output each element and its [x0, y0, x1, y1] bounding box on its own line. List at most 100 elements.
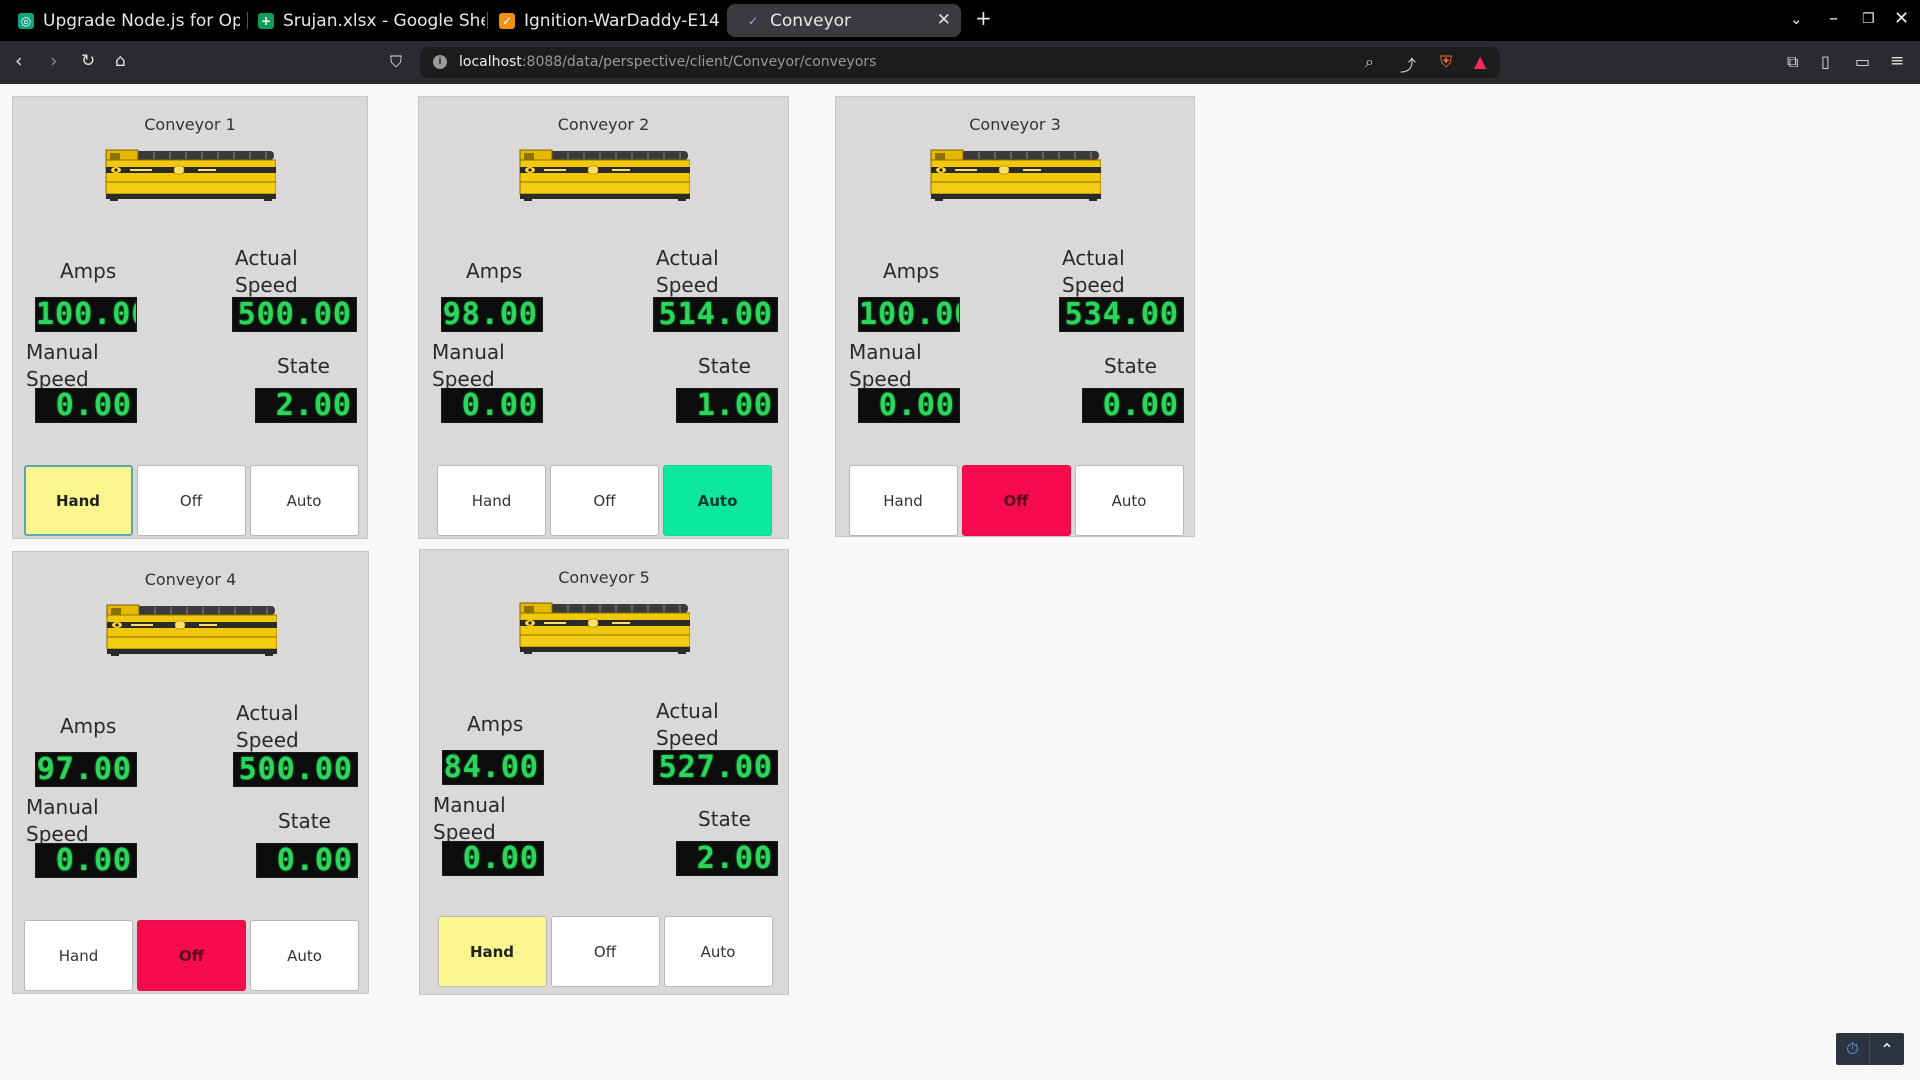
state-display: 0.00: [1082, 388, 1184, 423]
chevron-up-icon[interactable]: ⌃: [1870, 1033, 1904, 1065]
manual-speed-display: 0.00: [441, 388, 543, 423]
amps-label: Amps: [466, 259, 523, 283]
conveyor-title: Conveyor 4: [144, 570, 237, 589]
conveyor-machine-icon: [519, 602, 690, 654]
tab-title: Ignition-WarDaddy-E14 -: [524, 10, 721, 31]
conveyor-card: Conveyor 4 Amps Actual Speed 97.00 500.0…: [12, 551, 369, 994]
conveyor-machine-icon: [519, 149, 690, 201]
browser-tab[interactable]: + Srujan.xlsx - Google Shee: [240, 4, 485, 37]
back-icon[interactable]: ‹: [15, 50, 23, 72]
manual-speed-display: 0.00: [35, 843, 137, 878]
restore-icon[interactable]: ❐: [1862, 11, 1875, 27]
conveyor-card: Conveyor 1 Amps Actual Speed 100.00 500.…: [12, 96, 368, 539]
brave-shields-icon[interactable]: ⛨: [1440, 52, 1452, 72]
auto-button[interactable]: Auto: [1074, 465, 1184, 536]
share-icon[interactable]: ⤴: [1400, 52, 1416, 76]
actual-speed-display: 500.00: [232, 297, 357, 332]
conveyor-machine-icon: [106, 604, 277, 656]
off-button[interactable]: Off: [550, 465, 659, 536]
manual-speed-label: Manual Speed: [433, 793, 506, 844]
amps-label: Amps: [60, 714, 117, 738]
url-field[interactable]: i localhost:8088/data/perspective/client…: [420, 47, 1500, 78]
window-close-icon[interactable]: ✕: [1894, 8, 1909, 29]
auto-button[interactable]: Auto: [663, 465, 772, 536]
off-button[interactable]: Off: [136, 465, 246, 536]
conveyor-title: Conveyor 5: [558, 568, 650, 587]
conveyor-machine-icon: [930, 149, 1101, 201]
actual-speed-display: 514.00: [653, 297, 778, 332]
conveyor-card: Conveyor 3 Amps Actual Speed 100.00 534.…: [835, 96, 1195, 537]
hand-button[interactable]: Hand: [23, 465, 133, 536]
off-button[interactable]: Off: [137, 920, 246, 991]
manual-speed-display: 0.00: [442, 841, 544, 876]
browser-tab-strip: ◎ Upgrade Node.js for Opti + Srujan.xlsx…: [0, 0, 1920, 41]
actual-speed-display: 534.00: [1059, 297, 1184, 332]
actual-speed-label: Actual Speed: [1062, 246, 1125, 297]
hand-button[interactable]: Hand: [437, 916, 547, 987]
auto-button[interactable]: Auto: [663, 916, 773, 987]
amps-display: 98.00: [441, 297, 543, 332]
browser-tab[interactable]: ✓ Ignition-WarDaddy-E14 -: [481, 4, 721, 37]
state-label: State: [698, 807, 751, 831]
state-display: 2.00: [255, 388, 357, 423]
zoom-icon[interactable]: ⌕: [1365, 52, 1374, 72]
hand-button[interactable]: Hand: [848, 465, 958, 536]
amps-label: Amps: [467, 712, 524, 736]
actual-speed-display: 500.00: [233, 752, 358, 787]
tab-title: Srujan.xlsx - Google Shee: [283, 10, 485, 31]
minimize-icon[interactable]: –: [1829, 8, 1838, 29]
browser-tab[interactable]: ◎ Upgrade Node.js for Opti: [0, 4, 240, 37]
conveyor-title: Conveyor 2: [557, 115, 650, 134]
timer-icon[interactable]: ⏱: [1836, 1033, 1870, 1065]
site-info-icon[interactable]: i: [433, 55, 447, 69]
manual-speed-label: Manual Speed: [26, 340, 99, 391]
manual-speed-label: Manual Speed: [849, 340, 922, 391]
manual-speed-display: 0.00: [858, 388, 960, 423]
tab-title: Upgrade Node.js for Opti: [43, 10, 240, 31]
state-label: State: [1104, 354, 1157, 378]
hand-button[interactable]: Hand: [24, 920, 133, 991]
hand-button[interactable]: Hand: [437, 465, 546, 536]
bookmark-icon[interactable]: ⛉: [390, 52, 402, 72]
menu-icon[interactable]: ≡: [1890, 51, 1904, 71]
perspective-favicon-icon: ✓: [745, 12, 761, 29]
extensions-icon[interactable]: ⧉: [1787, 52, 1798, 72]
actual-speed-label: Actual Speed: [656, 246, 719, 297]
manual-speed-label: Manual Speed: [26, 795, 99, 846]
off-button[interactable]: Off: [550, 916, 660, 987]
ignition-favicon-icon: ✓: [499, 12, 515, 29]
perspective-dock: ⏱ ⌃: [1836, 1033, 1904, 1065]
conveyor-machine-icon: [105, 149, 276, 201]
manual-speed-display: 0.00: [35, 388, 137, 423]
off-button[interactable]: Off: [961, 465, 1071, 536]
state-label: State: [277, 354, 330, 378]
forward-icon[interactable]: ›: [50, 50, 58, 72]
close-tab-icon[interactable]: ✕: [937, 10, 951, 30]
state-label: State: [698, 354, 751, 378]
actual-speed-label: Actual Speed: [235, 246, 298, 297]
wallet-icon[interactable]: ▭: [1855, 52, 1870, 71]
amps-display: 97.00: [35, 752, 137, 787]
actual-speed-label: Actual Speed: [236, 701, 299, 752]
actual-speed-label: Actual Speed: [656, 699, 719, 750]
home-icon[interactable]: ⌂: [115, 51, 126, 71]
amps-label: Amps: [883, 259, 940, 283]
reload-icon[interactable]: ↻: [81, 51, 95, 71]
amps-display: 100.00: [35, 297, 137, 332]
sheets-favicon-icon: +: [258, 12, 274, 29]
new-tab-icon[interactable]: +: [975, 6, 992, 30]
state-display: 0.00: [256, 843, 358, 878]
tab-list-chevron-icon[interactable]: ⌄: [1790, 10, 1803, 28]
tab-title: Conveyor: [770, 10, 852, 31]
sidebar-icon[interactable]: ▯: [1821, 52, 1830, 71]
actual-speed-display: 527.00: [653, 750, 778, 785]
state-label: State: [278, 809, 331, 833]
amps-label: Amps: [60, 259, 117, 283]
auto-button[interactable]: Auto: [250, 920, 359, 991]
brave-rewards-icon[interactable]: ▲: [1474, 52, 1486, 71]
auto-button[interactable]: Auto: [249, 465, 359, 536]
conveyor-title: Conveyor 1: [144, 115, 236, 134]
manual-speed-label: Manual Speed: [432, 340, 505, 391]
browser-tab-active[interactable]: ✓ Conveyor ✕: [727, 4, 961, 37]
conveyor-card: Conveyor 2 Amps Actual Speed 98.00 514.0…: [418, 96, 789, 539]
